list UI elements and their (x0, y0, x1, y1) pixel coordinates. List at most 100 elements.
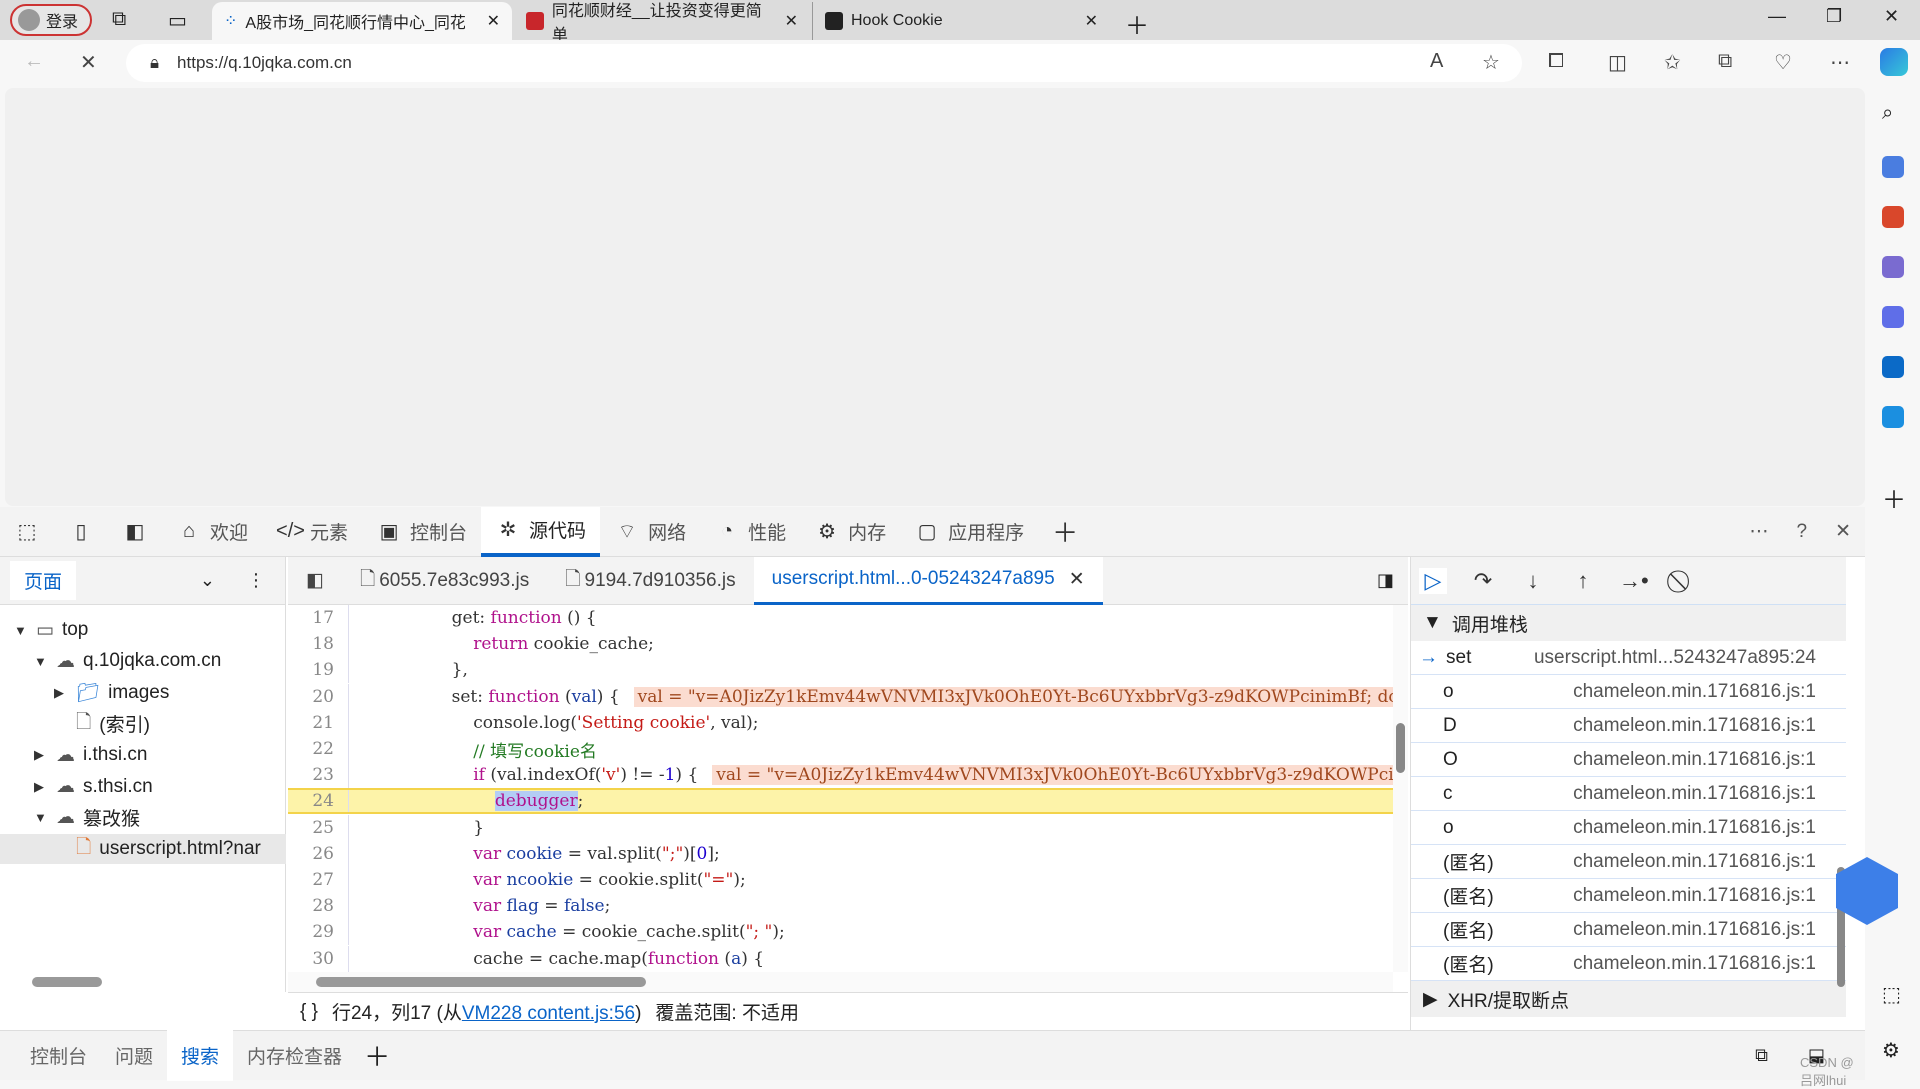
pretty-print-icon[interactable]: { } (300, 1001, 318, 1023)
favorites-icon[interactable]: ✩ (1664, 50, 1681, 75)
line-number[interactable]: 28 (288, 896, 348, 916)
screenshot-icon[interactable]: ⬚ (1882, 982, 1901, 1007)
call-frame[interactable]: Ochameleon.min.1716816.js:1 (1411, 743, 1846, 777)
call-frame[interactable]: c chameleon.min.1716816.js:1 (1411, 777, 1846, 811)
close-tab-icon[interactable]: ✕ (785, 11, 798, 31)
line-number[interactable]: 26 (288, 844, 348, 864)
close-tab-icon[interactable]: ✕ (1085, 11, 1098, 31)
line-number[interactable]: 29 (288, 922, 348, 942)
line-number[interactable]: 27 (288, 870, 348, 890)
tab-actions-icon[interactable]: ▭ (168, 8, 187, 33)
tab-page[interactable]: 页面 (10, 561, 77, 600)
favorite-star-icon[interactable]: ☆ (1482, 50, 1500, 75)
tab-elements[interactable]: </> 元素 (262, 507, 362, 557)
source-link[interactable]: VM228 content.js:56 (462, 1003, 635, 1024)
line-number[interactable]: 17 (288, 608, 348, 628)
games-icon[interactable] (1882, 256, 1904, 278)
extensions-icon[interactable]: ⧠ (1548, 50, 1564, 73)
call-frame[interactable]: (匿名) chameleon.min.1716816.js:1 (1411, 845, 1846, 879)
tree-item[interactable]: ▶ ☁ i.thsi.cn (0, 740, 286, 770)
customize-icon[interactable]: ⋯ (1736, 507, 1783, 557)
url-field[interactable]: 🔒︎ https://q.10jqka.com.cn (126, 44, 1522, 82)
drawer-tab[interactable]: 内存检查器 (233, 1030, 356, 1081)
workspaces-icon[interactable]: ⧉ (112, 8, 126, 31)
search-icon[interactable]: ⌕ (1882, 102, 1893, 125)
line-number[interactable]: 22 (288, 739, 348, 759)
tree-item[interactable]: ▼ ☁ 篡改猴 (0, 803, 286, 833)
call-frame[interactable]: → set userscript.html...5243247a895:24 (1411, 641, 1846, 675)
close-tab-icon[interactable]: ✕ (1069, 568, 1085, 591)
call-stack-header[interactable]: ▼ 调用堆栈 (1411, 605, 1846, 641)
back-icon[interactable]: ← (24, 50, 44, 73)
source-tab[interactable]: userscript.html...0-05243247a895 ✕ (753, 556, 1103, 605)
close-devtools-icon[interactable]: ✕ (1821, 507, 1865, 557)
code-vertical-scrollbar[interactable] (1393, 605, 1408, 972)
close-tab-icon[interactable]: ✕ (487, 11, 500, 31)
call-frame[interactable]: (匿名) chameleon.min.1716816.js:1 (1411, 913, 1846, 947)
outlook-icon[interactable] (1882, 356, 1904, 378)
send-icon[interactable] (1882, 406, 1904, 428)
tab-console[interactable]: ▣ 控制台 (362, 507, 481, 557)
add-drawer-tab-button[interactable]: ＋ (364, 1037, 390, 1074)
settings-icon[interactable]: ⚙ (1882, 1038, 1900, 1063)
copilot-icon[interactable] (1880, 48, 1908, 76)
split-screen-icon[interactable]: ◫ (1608, 50, 1627, 75)
more-options-icon[interactable]: ⋮ (247, 570, 265, 591)
call-frame[interactable]: o chameleon.min.1716816.js:1 (1411, 811, 1846, 845)
line-number[interactable]: 18 (288, 634, 348, 654)
tab-welcome[interactable]: ⌂ 欢迎 (162, 507, 262, 557)
drawer-tab[interactable]: 搜索 (167, 1030, 234, 1081)
tree-item[interactable]: 🗋 userscript.html?nar (0, 834, 286, 865)
drawer-tab[interactable]: 控制台 (16, 1030, 101, 1081)
stop-loading-icon[interactable]: ✕ (80, 50, 97, 75)
resume-icon[interactable]: ▷ (1419, 567, 1447, 594)
minimize-button[interactable]: — (1768, 6, 1786, 27)
line-number[interactable]: 23 (288, 765, 348, 785)
toggle-navigator-icon[interactable]: ◧ (288, 557, 342, 605)
tree-item[interactable]: ▼ ▭ top (0, 615, 286, 645)
tree-item[interactable]: ▶ ☁ s.thsi.cn (0, 772, 286, 802)
window-close-button[interactable]: ✕ (1884, 6, 1899, 27)
step-out-icon[interactable]: ↑ (1569, 568, 1597, 594)
call-frame[interactable]: o chameleon.min.1716816.js:1 (1411, 675, 1846, 709)
tab-application[interactable]: ▢ 应用程序 (900, 507, 1038, 557)
line-number[interactable]: 21 (288, 713, 348, 733)
inspect-icon[interactable]: ⬚ (0, 507, 54, 557)
debugger-scrollbar[interactable] (1837, 557, 1845, 1027)
tree-item[interactable]: ▼ ☁ q.10jqka.com.cn (0, 646, 286, 676)
tab-memory[interactable]: ⚙ 内存 (800, 507, 900, 557)
call-frame[interactable]: Dchameleon.min.1716816.js:1 (1411, 709, 1846, 743)
restore-button[interactable]: ❐ (1826, 6, 1842, 27)
line-number[interactable]: 24 (288, 791, 348, 811)
source-tab[interactable]: 🗋 6055.7e83c993.js (342, 557, 547, 605)
xhr-breakpoints-header[interactable]: ▶ XHR/提取断点 (1411, 981, 1846, 1017)
toolbox-icon[interactable] (1882, 206, 1904, 228)
tree-item[interactable]: 🗋 (索引) (0, 709, 286, 739)
navigator-scrollbar[interactable] (32, 977, 102, 987)
browser-tab-0[interactable]: ⁘ A股市场_同花顺行情中心_同花顺 ✕ (212, 2, 512, 40)
dock-icon[interactable]: ◧ (108, 507, 162, 557)
tree-item[interactable]: ▶ 📁︎ images (0, 678, 286, 708)
tab-sources[interactable]: ✲ 源代码 (481, 506, 601, 557)
line-number[interactable]: 20 (288, 687, 348, 707)
read-aloud-icon[interactable]: A (1430, 50, 1443, 73)
code-horizontal-scrollbar[interactable] (288, 972, 1393, 992)
more-icon[interactable]: ⋯ (1830, 50, 1850, 75)
line-number[interactable]: 19 (288, 660, 348, 680)
code-editor[interactable]: 17 get: function () {18 return cookie_ca… (288, 605, 1393, 972)
collections-icon[interactable]: ⧉ (1718, 50, 1732, 73)
login-button[interactable]: 登录 (10, 4, 92, 36)
more-tools-button[interactable]: ＋ (1038, 507, 1092, 557)
step-over-icon[interactable]: ↷ (1469, 568, 1497, 594)
line-number[interactable]: 30 (288, 949, 348, 969)
browser-tab-1[interactable]: 同花顺财经__让投资变得更简单 ✕ (514, 2, 810, 44)
help-icon[interactable]: ? (1783, 507, 1822, 557)
dock-drawer-icon[interactable]: ⧉ (1755, 1045, 1768, 1066)
office-icon[interactable] (1882, 306, 1904, 328)
deactivate-breakpoints-icon[interactable]: ⃠ (1669, 568, 1697, 594)
tab-performance[interactable]: ◔ 性能 (700, 507, 800, 557)
tag-icon[interactable] (1882, 156, 1904, 178)
chevron-down-icon[interactable]: ⌄ (200, 570, 215, 591)
step-into-icon[interactable]: ↓ (1519, 568, 1547, 594)
device-emulation-icon[interactable]: ▯ (54, 507, 108, 557)
